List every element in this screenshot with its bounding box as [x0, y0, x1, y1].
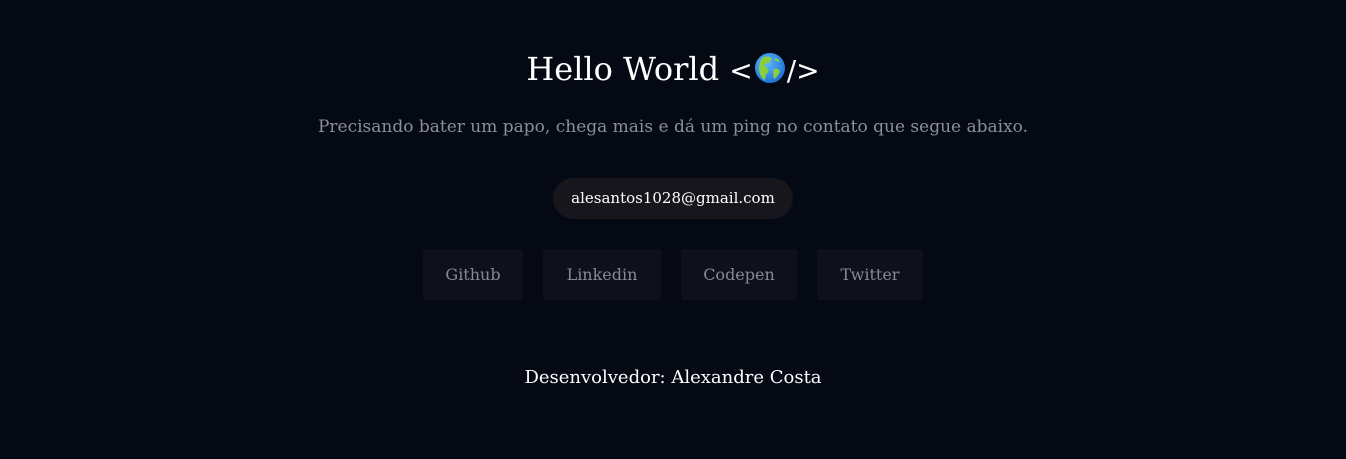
page-title: Hello World < />: [0, 48, 1346, 92]
linkedin-button[interactable]: Linkedin: [543, 249, 661, 300]
tag-close: />: [786, 54, 820, 87]
twitter-button[interactable]: Twitter: [817, 249, 923, 300]
tag-open: <: [729, 54, 753, 87]
title-text: Hello World: [526, 50, 720, 88]
email-contact-link[interactable]: alesantos1028@gmail.com: [553, 178, 793, 219]
github-button[interactable]: Github: [423, 249, 523, 300]
codepen-button[interactable]: Codepen: [681, 249, 797, 300]
globe-americas-icon: [754, 53, 785, 83]
developer-credit: Desenvolvedor: Alexandre Costa: [524, 367, 822, 388]
intro-text: Precisando bater um papo, chega mais e d…: [317, 117, 1029, 137]
